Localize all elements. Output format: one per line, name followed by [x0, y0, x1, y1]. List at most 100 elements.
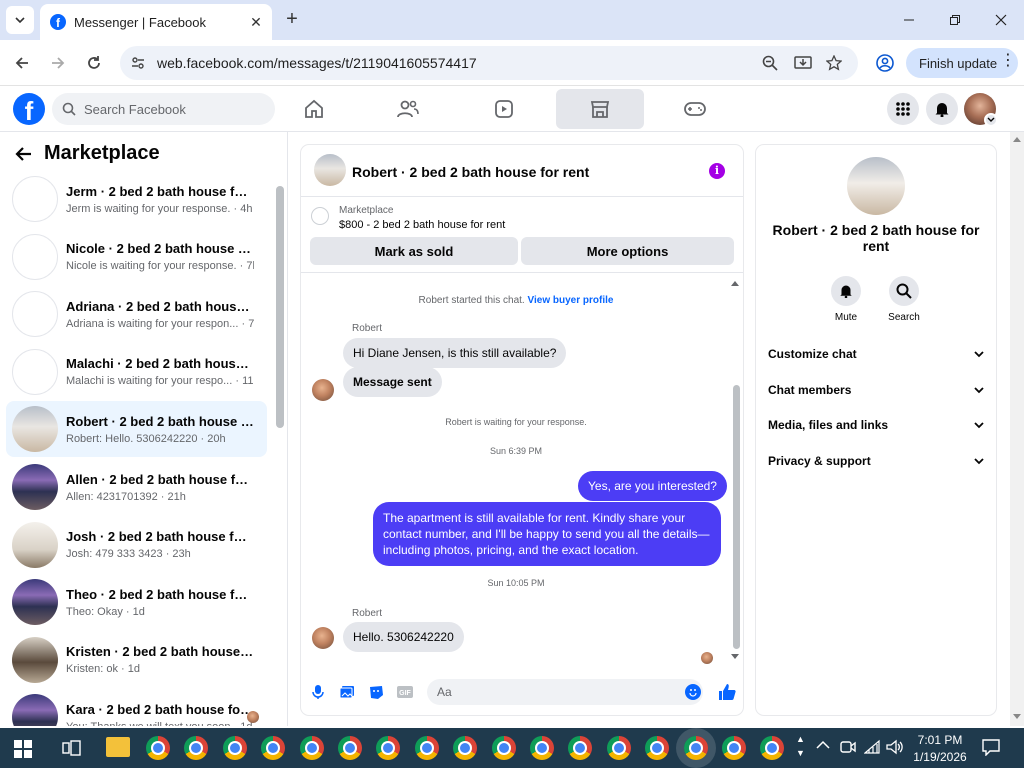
conversation-item[interactable]: Allen · 2 bed 2 bath house for r... Allen…: [6, 459, 267, 515]
address-bar[interactable]: web.facebook.com/messages/t/211904160557…: [120, 46, 858, 80]
site-info-icon[interactable]: [130, 55, 146, 71]
chrome-taskbar-icon[interactable]: [606, 736, 631, 760]
outgoing-message[interactable]: The apartment is still available for ren…: [373, 502, 721, 566]
task-view-icon[interactable]: [62, 739, 82, 757]
conversation-item[interactable]: Theo · 2 bed 2 bath house for r... Theo: …: [6, 574, 267, 630]
chrome-taskbar-icon[interactable]: [760, 736, 785, 760]
minimize-button[interactable]: [886, 0, 932, 40]
profile-icon[interactable]: [876, 54, 894, 72]
chrome-taskbar-icon[interactable]: [184, 736, 209, 760]
reload-button[interactable]: [79, 48, 109, 78]
conversation-item[interactable]: Kara · 2 bed 2 bath house for ... You: Th…: [6, 689, 267, 726]
conversation-item[interactable]: Adriana · 2 bed 2 bath house fo... Adrian…: [6, 286, 267, 342]
info-icon[interactable]: i: [709, 163, 725, 179]
network-icon[interactable]: [864, 739, 880, 755]
close-window-button[interactable]: [978, 0, 1024, 40]
conversation-item[interactable]: Kristen · 2 bed 2 bath house for... Krist…: [6, 632, 267, 688]
chrome-taskbar-icon[interactable]: [299, 736, 324, 760]
chrome-taskbar-icon[interactable]: [722, 736, 746, 760]
chat-avatar[interactable]: [314, 154, 346, 186]
restore-button[interactable]: [932, 0, 978, 40]
chrome-taskbar-icon[interactable]: [491, 736, 516, 760]
mute-button[interactable]: Mute: [816, 276, 876, 323]
new-tab-button[interactable]: +: [282, 9, 302, 30]
search-facebook-field[interactable]: Search Facebook: [52, 93, 275, 125]
back-button[interactable]: [7, 48, 37, 78]
details-section[interactable]: Privacy & support: [768, 451, 984, 471]
page-scrollbar[interactable]: [1010, 132, 1024, 726]
scroll-up-arrow-icon[interactable]: [1013, 136, 1021, 142]
message-input[interactable]: Aa: [427, 679, 703, 705]
photo-icon[interactable]: [338, 683, 356, 701]
nav-marketplace[interactable]: [556, 89, 644, 129]
chrome-taskbar-icon[interactable]: [568, 736, 593, 760]
volume-icon[interactable]: [886, 739, 904, 755]
emoji-icon[interactable]: [685, 684, 701, 700]
install-app-icon[interactable]: [794, 55, 812, 71]
details-avatar[interactable]: [847, 157, 905, 215]
nav-home[interactable]: [270, 89, 358, 129]
chat-title[interactable]: Robert · 2 bed 2 bath house for rent: [352, 164, 589, 180]
nav-gaming[interactable]: [651, 89, 739, 129]
view-buyer-profile-link[interactable]: View buyer profile: [528, 295, 614, 306]
chat-scrollbar[interactable]: [733, 385, 740, 649]
chrome-taskbar-icon[interactable]: [376, 736, 401, 760]
show-hidden-icons-icon[interactable]: [816, 740, 830, 750]
system-clock[interactable]: 7:01 PM 1/19/2026: [908, 732, 972, 766]
scroll-down-arrow-icon[interactable]: [1013, 714, 1021, 720]
details-section[interactable]: Media, files and links: [768, 415, 984, 435]
facebook-logo[interactable]: f: [13, 93, 45, 125]
forward-button[interactable]: [43, 48, 73, 78]
bookmark-star-icon[interactable]: [826, 55, 842, 71]
chrome-taskbar-icon[interactable]: [530, 736, 554, 760]
account-chevron-icon[interactable]: [984, 113, 998, 127]
mark-as-sold-button[interactable]: Mark as sold: [310, 237, 518, 265]
chrome-taskbar-icon[interactable]: [453, 736, 478, 760]
scroll-up-arrow-icon[interactable]: [730, 279, 740, 287]
chrome-taskbar-icon[interactable]: [222, 736, 247, 760]
details-section[interactable]: Customize chat: [768, 344, 984, 364]
chrome-taskbar-icon[interactable]: [645, 736, 670, 760]
menu-button[interactable]: [887, 93, 919, 125]
nav-friends[interactable]: [364, 89, 452, 129]
chrome-taskbar-icon[interactable]: [414, 736, 439, 760]
details-section[interactable]: Chat members: [768, 380, 984, 400]
listing-price[interactable]: $800 - 2 bed 2 bath house for rent: [339, 219, 505, 231]
notifications-button[interactable]: [926, 93, 958, 125]
conversation-item[interactable]: Nicole · 2 bed 2 bath house for ... Nicol…: [6, 229, 267, 285]
gif-icon[interactable]: GIF: [396, 683, 414, 701]
tab-search-button[interactable]: [6, 6, 34, 34]
outgoing-message[interactable]: Yes, are you interested?: [578, 471, 727, 501]
listing-thumbnail[interactable]: [311, 207, 329, 225]
windows-start-icon[interactable]: [14, 740, 32, 758]
chrome-taskbar-icon[interactable]: [261, 736, 286, 760]
scroll-down-arrow-icon[interactable]: [730, 653, 740, 661]
conversation-item[interactable]: Robert · 2 bed 2 bath house for ... Rober…: [6, 401, 267, 458]
zoom-icon[interactable]: [762, 55, 778, 71]
back-arrow-icon[interactable]: [14, 146, 32, 162]
nav-video[interactable]: [460, 89, 548, 129]
chrome-taskbar-icon[interactable]: [146, 736, 170, 760]
taskbar-scroll-icon[interactable]: ▲ ▼: [796, 732, 805, 760]
voice-clip-icon[interactable]: [309, 683, 327, 701]
finish-update-button[interactable]: Finish update ⋮: [906, 48, 1018, 78]
close-tab-icon[interactable]: ✕: [246, 14, 266, 31]
conversation-item[interactable]: Josh · 2 bed 2 bath house for rent Josh: …: [6, 517, 267, 573]
more-options-button[interactable]: More options: [521, 237, 734, 265]
action-center-icon[interactable]: [982, 739, 1000, 756]
scrollbar[interactable]: [276, 186, 284, 428]
incoming-message[interactable]: Hi Diane Jensen, is this still available…: [343, 338, 567, 368]
incoming-message[interactable]: Message sent: [343, 367, 442, 397]
like-icon[interactable]: [717, 682, 737, 702]
chrome-taskbar-icon[interactable]: [683, 736, 708, 760]
sender-avatar[interactable]: [312, 379, 334, 401]
search-in-chat-button[interactable]: Search: [874, 276, 934, 323]
chrome-taskbar-icon[interactable]: [338, 736, 362, 760]
conversation-item[interactable]: Malachi · 2 bed 2 bath house fo... Malach…: [6, 344, 267, 400]
conversation-item[interactable]: Jerm · 2 bed 2 bath house for re... Jerm …: [6, 171, 267, 227]
browser-tab[interactable]: f Messenger | Facebook ✕: [40, 4, 272, 40]
sender-avatar[interactable]: [312, 627, 334, 649]
file-explorer-icon[interactable]: [106, 737, 130, 757]
sticker-icon[interactable]: [367, 683, 385, 701]
incoming-message[interactable]: Hello. 5306242220: [343, 622, 464, 652]
